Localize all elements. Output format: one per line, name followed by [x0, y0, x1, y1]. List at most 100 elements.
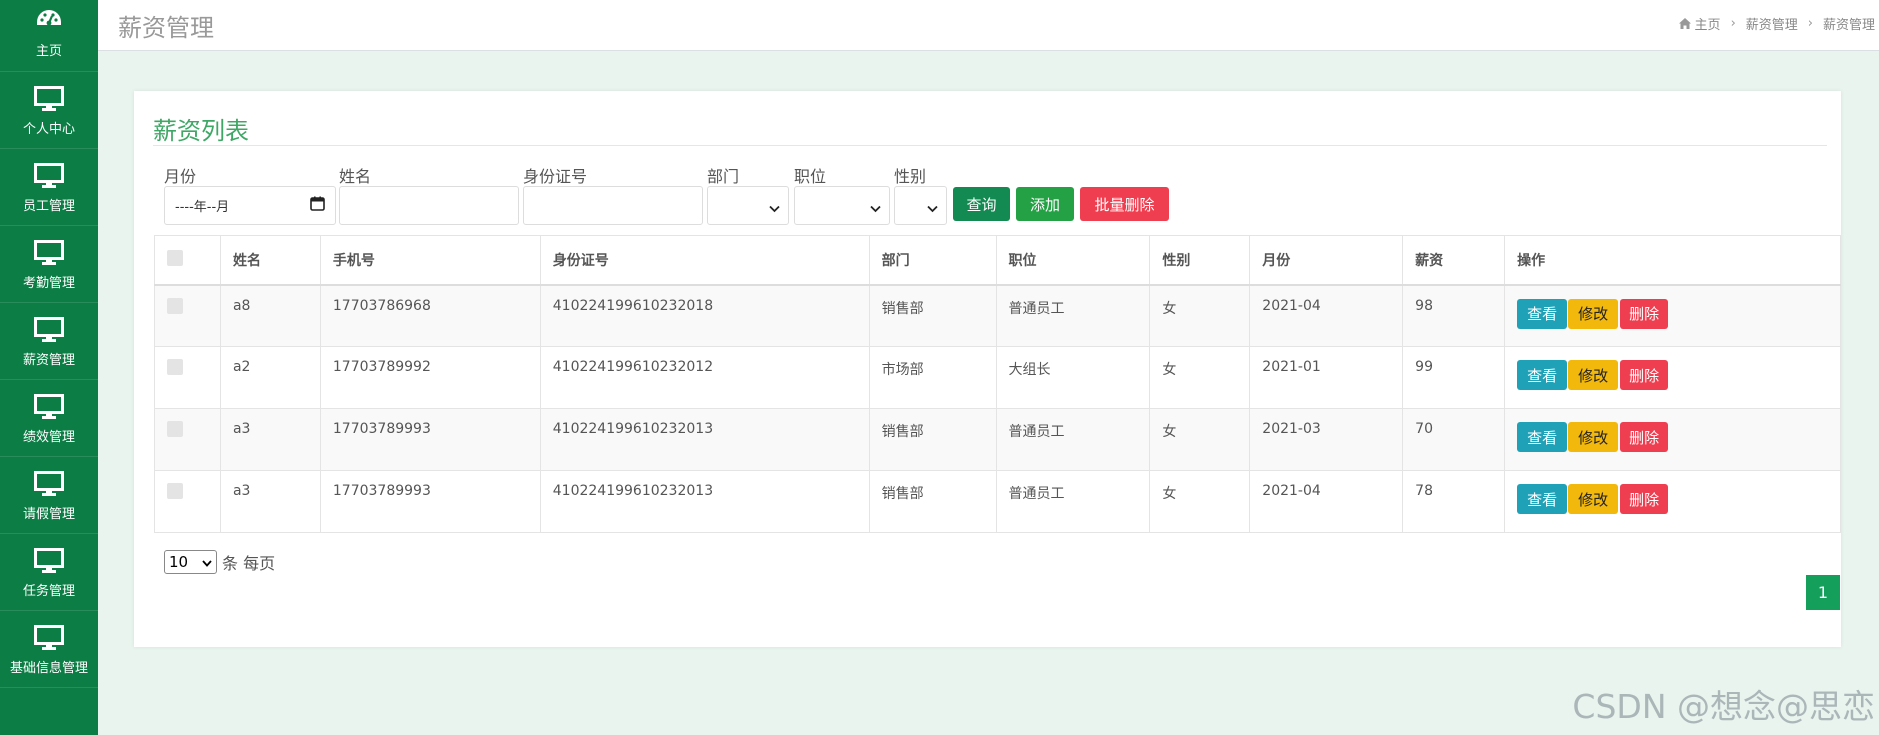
chevron-down-icon [870, 201, 881, 217]
salary-list-panel: 薪资列表 月份 姓名 身份证号 部门 职位 性别 ----年--月 查询 添加 … [134, 91, 1841, 647]
view-button[interactable]: 查看 [1517, 360, 1568, 390]
sidebar-item-label: 基础信息管理 [9, 660, 88, 676]
delete-button[interactable]: 删除 [1620, 360, 1669, 390]
chevron-down-icon [202, 553, 212, 571]
dept-filter-label: 部门 [707, 167, 740, 186]
row-select-cell [154, 408, 221, 471]
month-input-value: ----年--月 [175, 200, 230, 215]
id-number-input[interactable] [523, 186, 703, 225]
delete-button[interactable]: 删除 [1620, 298, 1669, 329]
row-select-cell [154, 346, 221, 409]
edit-button[interactable]: 修改 [1568, 298, 1619, 329]
cell-name: a3 [220, 470, 321, 533]
view-button[interactable]: 查看 [1517, 484, 1568, 514]
cell-salary: 99 [1402, 346, 1506, 409]
view-button[interactable]: 查看 [1517, 298, 1568, 329]
sidebar-item-employees[interactable]: 员工管理 [0, 149, 98, 226]
view-button[interactable]: 查看 [1517, 422, 1568, 452]
gender-select[interactable] [894, 186, 947, 225]
column-header: 薪资 [1402, 235, 1506, 286]
page-size-select[interactable]: 10 [164, 550, 217, 574]
sidebar-item-label: 请假管理 [22, 506, 75, 522]
batch-delete-button[interactable]: 批量删除 [1080, 187, 1169, 221]
cell-actions: 查看 修改 删除 [1504, 284, 1841, 347]
column-header: 职位 [996, 235, 1151, 286]
sidebar-item-attendance[interactable]: 考勤管理 [0, 226, 98, 303]
calendar-icon[interactable] [310, 196, 325, 215]
cell-salary: 78 [1402, 470, 1506, 533]
watermark: CSDN @想念@思恋 [1572, 687, 1875, 726]
name-input[interactable] [339, 186, 519, 225]
breadcrumb-salary-parent[interactable]: 薪资管理 [1746, 14, 1798, 33]
id-filter-label: 身份证号 [523, 167, 588, 186]
sidebar-item-label: 员工管理 [22, 198, 75, 214]
monitor-icon [34, 161, 64, 191]
monitor-icon [34, 84, 64, 114]
edit-button[interactable]: 修改 [1568, 422, 1619, 452]
sidebar: 主页 个人中心 员工管理 考勤管理 薪资管理 绩效管理 请假管理 任务管理 基础… [0, 0, 98, 735]
row-select-cell [154, 470, 221, 533]
sidebar-item-label: 个人中心 [22, 121, 75, 137]
row-checkbox[interactable] [167, 421, 183, 437]
month-input[interactable]: ----年--月 [164, 186, 336, 225]
cell-salary: 70 [1402, 408, 1506, 471]
delete-button[interactable]: 删除 [1620, 422, 1669, 452]
position-filter-label: 职位 [794, 167, 827, 186]
edit-button[interactable]: 修改 [1568, 360, 1619, 390]
sidebar-item-tasks[interactable]: 任务管理 [0, 534, 98, 611]
breadcrumb-current: 薪资管理 [1822, 18, 1875, 33]
cell-name: a2 [220, 346, 321, 409]
dashboard-icon [34, 6, 64, 36]
cell-gender: 女 [1149, 284, 1251, 347]
row-checkbox[interactable] [167, 359, 183, 375]
row-checkbox[interactable] [167, 483, 183, 499]
cell-id-number: 410224199610232012 [540, 346, 870, 409]
delete-button[interactable]: 删除 [1620, 484, 1669, 514]
sidebar-item-performance[interactable]: 绩效管理 [0, 380, 98, 457]
sidebar-item-label: 绩效管理 [22, 429, 75, 445]
select-all-checkbox[interactable] [167, 249, 183, 266]
query-button[interactable]: 查询 [953, 187, 1010, 221]
cell-phone: 17703786968 [320, 284, 541, 347]
gender-filter-label: 性别 [894, 167, 927, 186]
column-header: 部门 [869, 235, 997, 286]
name-filter-label: 姓名 [339, 167, 372, 186]
monitor-icon [34, 315, 64, 345]
sidebar-item-basic-info[interactable]: 基础信息管理 [0, 611, 98, 688]
cell-name: a8 [220, 284, 321, 347]
cell-dept: 市场部 [869, 346, 997, 409]
cell-gender: 女 [1149, 346, 1251, 409]
cell-position: 普通员工 [996, 408, 1151, 471]
monitor-icon [34, 238, 64, 268]
sidebar-item-leave[interactable]: 请假管理 [0, 457, 98, 534]
column-header: 性别 [1149, 235, 1251, 286]
sidebar-item-label: 考勤管理 [22, 275, 75, 291]
monitor-icon [34, 623, 64, 653]
cell-position: 大组长 [996, 346, 1151, 409]
row-checkbox[interactable] [167, 297, 183, 314]
breadcrumb-home[interactable]: 主页 [1695, 14, 1721, 33]
page-size-control: 10 条 每页 [164, 550, 275, 574]
add-button[interactable]: 添加 [1016, 187, 1074, 221]
sidebar-item-profile[interactable]: 个人中心 [0, 72, 98, 149]
sidebar-item-home[interactable]: 主页 [0, 0, 98, 72]
page-1-button[interactable]: 1 [1806, 575, 1840, 610]
position-select[interactable] [794, 186, 890, 225]
column-header: 月份 [1249, 235, 1404, 286]
panel-title: 薪资列表 [153, 117, 249, 145]
month-filter-label: 月份 [164, 167, 197, 186]
sidebar-item-salary[interactable]: 薪资管理 [0, 303, 98, 380]
table-row: a3 17703789993 410224199610232013 销售部 普通… [154, 408, 1841, 471]
cell-month: 2021-03 [1249, 408, 1404, 471]
cell-month: 2021-04 [1249, 470, 1404, 533]
chevron-down-icon [927, 201, 938, 217]
cell-name: a3 [220, 408, 321, 471]
breadcrumb-separator-icon: › [1730, 16, 1736, 31]
sidebar-item-label: 薪资管理 [22, 352, 75, 368]
cell-month: 2021-01 [1249, 346, 1404, 409]
breadcrumb-separator-icon: › [1807, 16, 1813, 31]
edit-button[interactable]: 修改 [1568, 484, 1619, 514]
dept-select[interactable] [707, 186, 789, 225]
divider [153, 145, 1827, 146]
sidebar-item-label: 主页 [35, 44, 62, 59]
